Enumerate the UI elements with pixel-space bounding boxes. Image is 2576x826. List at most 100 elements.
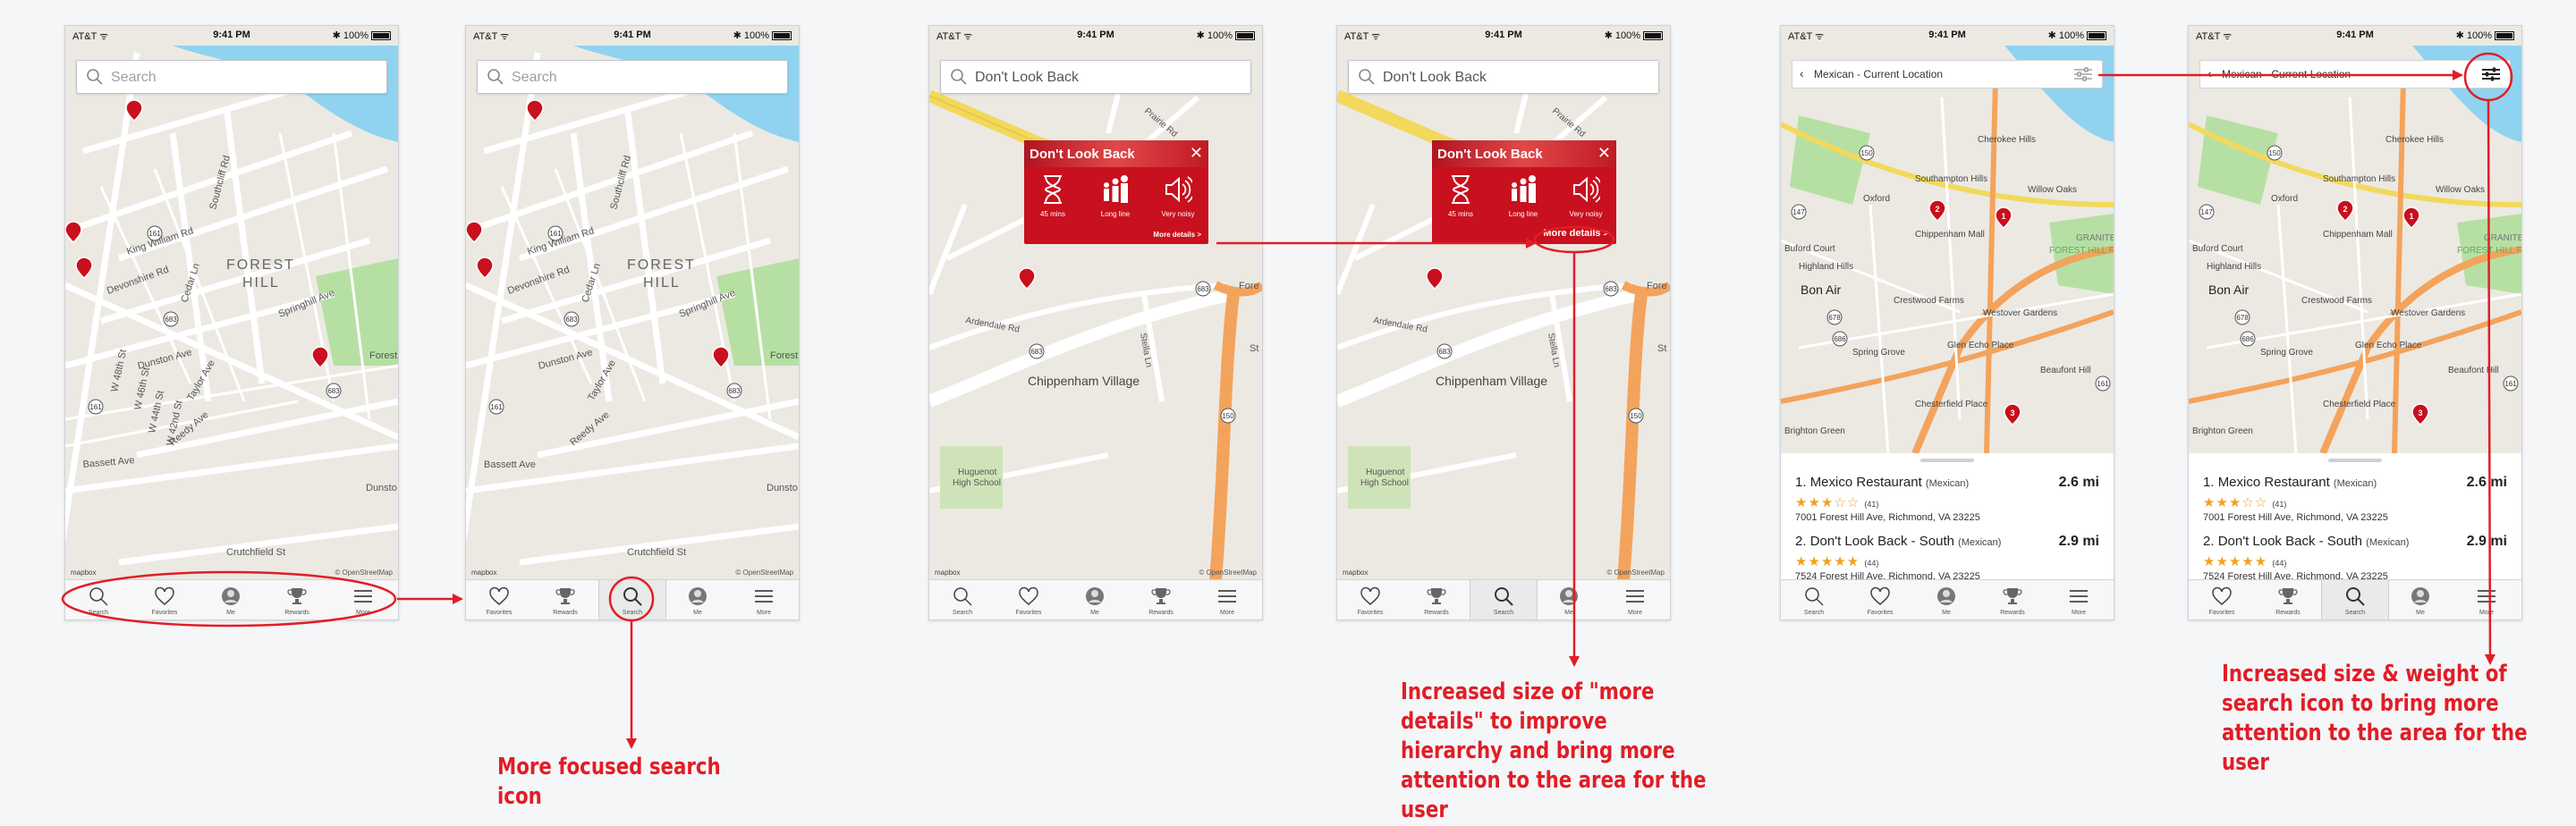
tab-rewards[interactable]: Rewards — [1979, 580, 2046, 620]
result-item[interactable]: 1. Mexico Restaurant (Mexican) 2.6 mi ★★… — [1795, 475, 2099, 532]
tab-favorites[interactable]: Favorites — [996, 580, 1062, 620]
search-bar[interactable]: Don't Look Back — [940, 60, 1251, 94]
tab-label: More — [1628, 610, 1642, 616]
speaker-icon — [1573, 176, 1600, 203]
search-input[interactable]: Don't Look Back — [1383, 70, 1487, 86]
tab-favorites[interactable]: Favorites — [1337, 580, 1403, 620]
search-bar[interactable]: Search — [76, 60, 387, 94]
map-label: Chippenham Village — [1028, 374, 1140, 388]
tab-favorites[interactable]: Favorites — [466, 580, 532, 620]
trophy-icon — [2278, 588, 2298, 604]
search-bar[interactable]: Don't Look Back — [1348, 60, 1659, 94]
battery-level: 100% — [1614, 30, 1640, 41]
tab-me[interactable]: Me — [198, 580, 264, 620]
tab-more[interactable]: More — [330, 580, 396, 620]
map-label: Westover Gardens — [2391, 308, 2465, 318]
search-input[interactable]: Search — [512, 70, 557, 86]
map-label: Crutchfield St — [627, 547, 686, 558]
person-icon — [2411, 587, 2429, 605]
tab-search[interactable]: Search — [598, 580, 666, 620]
more-details-link[interactable]: More details > — [1153, 231, 1201, 239]
tab-more[interactable]: More — [731, 580, 797, 620]
map-copyright[interactable]: © OpenStreetMap — [335, 569, 393, 577]
results-header: ‹ Mexican - Current Location — [2199, 60, 2511, 88]
route-shield: 150 — [1860, 149, 1873, 157]
trophy-icon — [1151, 588, 1171, 604]
close-icon[interactable]: ✕ — [1597, 144, 1611, 163]
tab-more[interactable]: More — [1602, 580, 1668, 620]
chevron-left-icon[interactable]: ‹ — [1800, 66, 1804, 80]
search-icon — [951, 69, 967, 85]
search-input[interactable]: Search — [111, 70, 157, 86]
search-context[interactable]: Mexican - Current Location — [1814, 68, 1943, 80]
tab-me[interactable]: Me — [1536, 580, 1602, 620]
map-bon-air[interactable]: Bon Air Oxford Southampton Hills Chippen… — [1781, 26, 2114, 453]
tab-more[interactable]: More — [1194, 580, 1260, 620]
map-copyright[interactable]: © OpenStreetMap — [1199, 569, 1257, 577]
tab-search[interactable]: Search — [929, 580, 996, 620]
phone-revised-popup: AT&T ᯤ 9:41 PM ✱ 100% Chippenham Village… — [1336, 25, 1671, 620]
filter-icon[interactable] — [2481, 66, 2501, 82]
restaurant-popup[interactable]: Don't Look Back ✕ 45 mins Long line Very… — [1024, 140, 1208, 244]
map-bon-air[interactable]: Bon Air Oxford Southampton Hills Chippen… — [2189, 26, 2521, 453]
tab-search[interactable]: Search — [65, 580, 131, 620]
close-icon[interactable]: ✕ — [1190, 144, 1203, 163]
map-label: Oxford — [2271, 194, 2298, 204]
tab-me[interactable]: Me — [665, 580, 731, 620]
search-input[interactable]: Don't Look Back — [975, 70, 1079, 86]
tab-label: Me — [1090, 610, 1099, 616]
search-context[interactable]: Mexican - Current Location — [2222, 68, 2351, 80]
star-rating: ★★★☆☆ (41) — [1795, 495, 1879, 510]
tab-rewards[interactable]: Rewards — [1128, 580, 1194, 620]
speaker-icon — [1165, 176, 1192, 203]
map-forest-hill[interactable]: FOREST HILL King William Rd Devonshire R… — [65, 26, 398, 580]
map-copyright[interactable]: © OpenStreetMap — [735, 569, 793, 577]
metric-label: 45 mins — [1039, 210, 1065, 218]
tab-favorites[interactable]: Favorites — [1847, 580, 1913, 620]
tab-rewards[interactable]: Rewards — [1403, 580, 1470, 620]
tab-label: Rewards — [2000, 610, 2025, 616]
tab-rewards[interactable]: Rewards — [2255, 580, 2321, 620]
results-sheet[interactable]: 1. Mexico Restaurant (Mexican) 2.6 mi ★★… — [2189, 453, 2521, 582]
route-shield: 150 — [1630, 412, 1642, 420]
sheet-handle[interactable] — [1920, 459, 1974, 462]
sheet-handle[interactable] — [2328, 459, 2382, 462]
status-bar: AT&T ᯤ 9:41 PM ✱ 100% — [1337, 26, 1670, 46]
tab-search[interactable]: Search — [1781, 580, 1847, 620]
tab-search[interactable]: Search — [1470, 580, 1538, 620]
heart-icon — [489, 586, 509, 605]
tab-search[interactable]: Search — [2321, 580, 2389, 620]
route-shield: 161 — [549, 230, 562, 238]
result-distance: 2.9 mi — [2466, 534, 2507, 549]
more-details-link[interactable]: More details > — [1543, 228, 1609, 239]
tab-me[interactable]: Me — [1062, 580, 1128, 620]
tab-rewards[interactable]: Rewards — [532, 580, 598, 620]
map-copyright[interactable]: © OpenStreetMap — [1606, 569, 1665, 577]
tab-me[interactable]: Me — [1913, 580, 1979, 620]
tab-label: Search — [88, 610, 109, 616]
tab-more[interactable]: More — [2046, 580, 2112, 620]
search-icon — [487, 69, 504, 85]
map-forest-hill[interactable]: FOREST HILL King William Rd Devonshire R… — [466, 26, 799, 580]
map-label: Southampton Hills — [1915, 174, 1987, 184]
search-bar[interactable]: Search — [477, 60, 788, 94]
map-label: Bassett Ave — [484, 459, 536, 470]
map-chippenham[interactable]: Chippenham Village Huguenot High School … — [1337, 26, 1670, 580]
results-sheet[interactable]: 1. Mexico Restaurant (Mexican) 2.6 mi ★★… — [1781, 453, 2114, 582]
heart-icon — [1360, 586, 1380, 605]
map-chippenham[interactable]: Chippenham Village Huguenot High School … — [929, 26, 1262, 580]
tab-label: Rewards — [1148, 610, 1174, 616]
tab-me[interactable]: Me — [2387, 580, 2453, 620]
restaurant-popup[interactable]: Don't Look Back ✕ 45 mins Long line Very… — [1432, 140, 1616, 244]
tab-more[interactable]: More — [2453, 580, 2520, 620]
metric-label: Very noisy — [1569, 210, 1603, 218]
tab-rewards[interactable]: Rewards — [264, 580, 330, 620]
search-icon — [953, 587, 972, 606]
filter-icon[interactable] — [2073, 66, 2093, 82]
status-bar: AT&T ᯤ 9:41 PM ✱ 100% — [1781, 26, 2114, 46]
chevron-left-icon[interactable]: ‹ — [2207, 66, 2212, 80]
tab-favorites[interactable]: Favorites — [2189, 580, 2255, 620]
tab-favorites[interactable]: Favorites — [131, 580, 198, 620]
battery-icon — [2087, 31, 2106, 41]
result-item[interactable]: 1. Mexico Restaurant (Mexican) 2.6 mi ★★… — [2203, 475, 2507, 532]
